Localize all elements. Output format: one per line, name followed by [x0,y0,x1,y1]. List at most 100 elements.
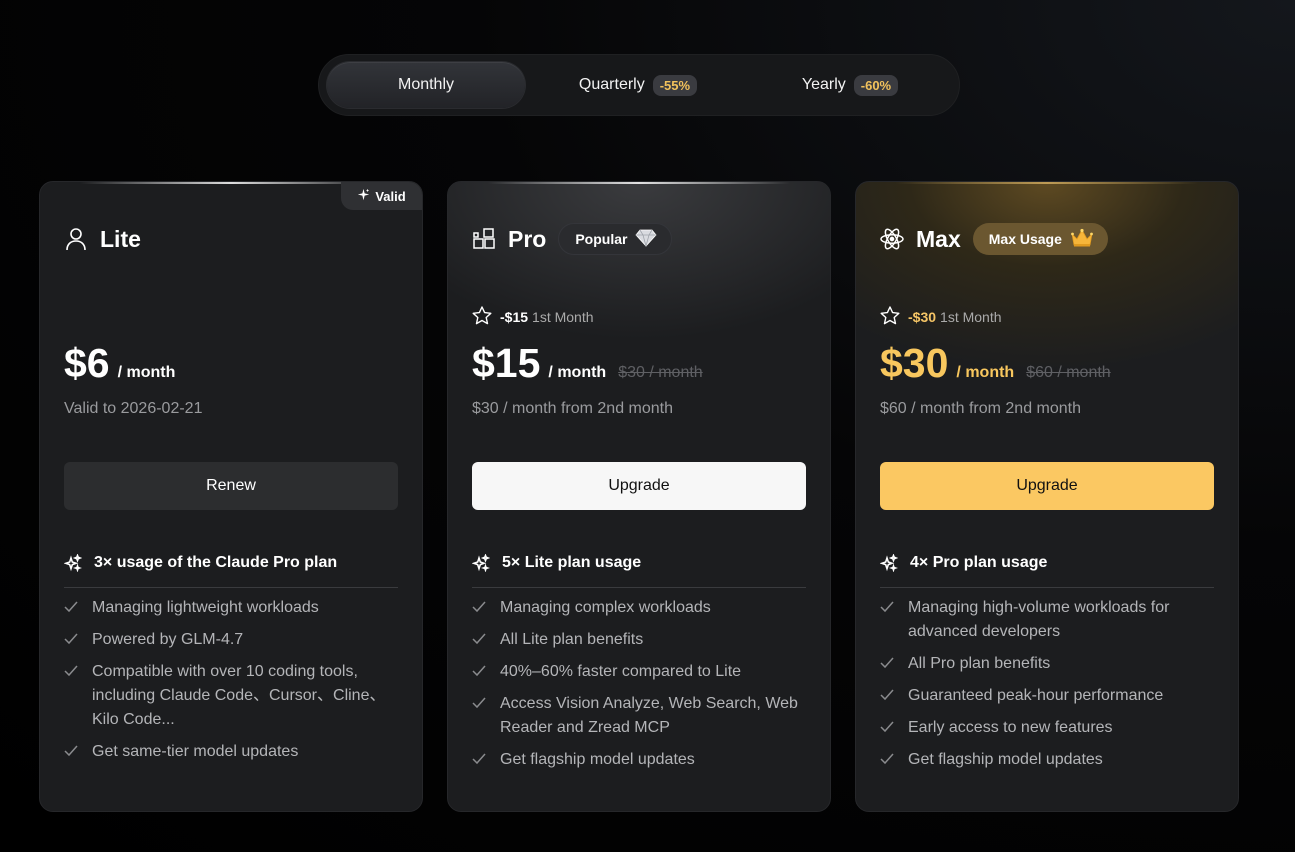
plan-header: Max Max Usage [880,222,1108,256]
list-item: 40%–60% faster compared to Lite [472,660,806,684]
plan-name: Max [916,225,961,252]
diamond-icon [635,229,657,250]
tab-yearly-label: Yearly [801,76,846,93]
list-item: Get flagship model updates [472,748,806,772]
tab-monthly-label: Monthly [397,76,455,93]
plan-card-lite: Valid Lite $6 / month Valid to 2026-02-2… [39,181,423,812]
check-icon [472,596,500,620]
card-glow-line [80,182,382,184]
plan-card-max: Max Max Usage -$30 1st Month $30 / month… [855,181,1239,812]
plan-header: Lite [64,222,141,256]
sparkle-icon [357,188,370,204]
price-row: $15 / month $30 / month [472,340,703,390]
check-icon [880,716,908,740]
check-icon [64,740,92,764]
tab-quarterly[interactable]: Quarterly -55% [525,62,751,108]
feature-text: Access Vision Analyze, Web Search, Web R… [500,695,798,736]
check-icon [880,652,908,676]
feature-text: Managing lightweight workloads [92,599,319,616]
check-icon [880,684,908,708]
user-icon [64,227,88,251]
yearly-discount-badge: -60% [853,74,899,96]
check-icon [64,660,92,732]
feature-list: Managing complex workloads All Lite plan… [472,596,806,780]
promo-label: 1st Month [940,309,1002,325]
feature-text: Powered by GLM-4.7 [92,631,244,648]
feature-text: All Lite plan benefits [500,631,644,648]
feature-headline-label: 3× usage of the Claude Pro plan [94,553,338,571]
tab-monthly[interactable]: Monthly [327,62,525,108]
tab-quarterly-label: Quarterly [578,76,645,93]
list-item: Compatible with over 10 coding tools, in… [64,660,398,732]
check-icon [64,596,92,620]
popular-badge: Popular [558,223,673,255]
price-row: $6 / month [64,340,175,390]
list-item: Access Vision Analyze, Web Search, Web R… [472,692,806,740]
price-period: / month [956,364,1015,381]
blocks-icon [472,227,496,251]
check-icon [880,596,908,644]
list-item: All Pro plan benefits [880,652,1214,676]
list-item: Get same-tier model updates [64,740,398,764]
check-icon [472,692,500,740]
price: $15 [472,340,541,386]
price: $30 [880,340,949,386]
valid-tag: Valid [341,182,422,210]
original-price: $30 / month [618,364,703,381]
list-item: Powered by GLM-4.7 [64,628,398,652]
valid-tag-label: Valid [375,188,406,204]
popular-badge-label: Popular [575,231,628,247]
plan-name: Pro [508,225,547,252]
promo-amount: -$15 [500,309,529,325]
feature-headline: 4× Pro plan usage [880,550,1214,588]
check-icon [472,748,500,772]
price-row: $30 / month $60 / month [880,340,1111,390]
billing-period-toggle: Monthly Quarterly -55% Yearly -60% [318,54,960,116]
list-item: Managing complex workloads [472,596,806,620]
feature-text: Managing high-volume workloads for advan… [908,599,1170,640]
feature-headline-label: 4× Pro plan usage [910,553,1048,571]
plan-name: Lite [100,225,141,252]
list-item: Managing lightweight workloads [64,596,398,620]
upgrade-button[interactable]: Upgrade [880,462,1214,510]
renewal-price-text: $60 / month from 2nd month [880,400,1081,417]
renew-button[interactable]: Renew [64,462,398,510]
valid-until-text: Valid to 2026-02-21 [64,400,203,417]
check-icon [64,628,92,652]
feature-headline: 5× Lite plan usage [472,550,806,588]
promo-amount: -$30 [908,309,937,325]
atom-icon [880,227,904,251]
feature-text: Managing complex workloads [500,599,711,616]
tab-yearly[interactable]: Yearly -60% [751,62,949,108]
card-glow-line [488,182,790,184]
sparkles-icon [880,553,898,572]
quarterly-discount-badge: -55% [652,74,698,96]
sparkles-icon [64,553,82,572]
feature-list: Managing high-volume workloads for advan… [880,596,1214,780]
feature-list: Managing lightweight workloads Powered b… [64,596,398,772]
plan-header: Pro Popular [472,222,673,256]
feature-text: Get flagship model updates [500,751,695,768]
list-item: Guaranteed peak-hour performance [880,684,1214,708]
feature-headline-label: 5× Lite plan usage [502,553,642,571]
plan-card-pro: Pro Popular -$15 1st Month $15 / month $… [447,181,831,812]
card-glow-line [896,182,1198,184]
list-item: Get flagship model updates [880,748,1214,772]
feature-text: Early access to new features [908,719,1113,736]
star-icon [880,306,900,328]
upgrade-button[interactable]: Upgrade [472,462,806,510]
renewal-price-text: $30 / month from 2nd month [472,400,673,417]
feature-text: All Pro plan benefits [908,655,1051,672]
feature-text: Guaranteed peak-hour performance [908,687,1164,704]
check-icon [472,628,500,652]
feature-headline: 3× usage of the Claude Pro plan [64,550,398,588]
price: $6 [64,340,110,386]
original-price: $60 / month [1026,364,1111,381]
feature-text: 40%–60% faster compared to Lite [500,663,742,680]
feature-text: Get flagship model updates [908,751,1103,768]
max-usage-badge-label: Max Usage [988,231,1062,247]
crown-icon [1070,228,1094,251]
price-period: / month [117,364,176,381]
max-usage-badge: Max Usage [972,223,1108,255]
promo-row: -$30 1st Month [880,306,1002,328]
